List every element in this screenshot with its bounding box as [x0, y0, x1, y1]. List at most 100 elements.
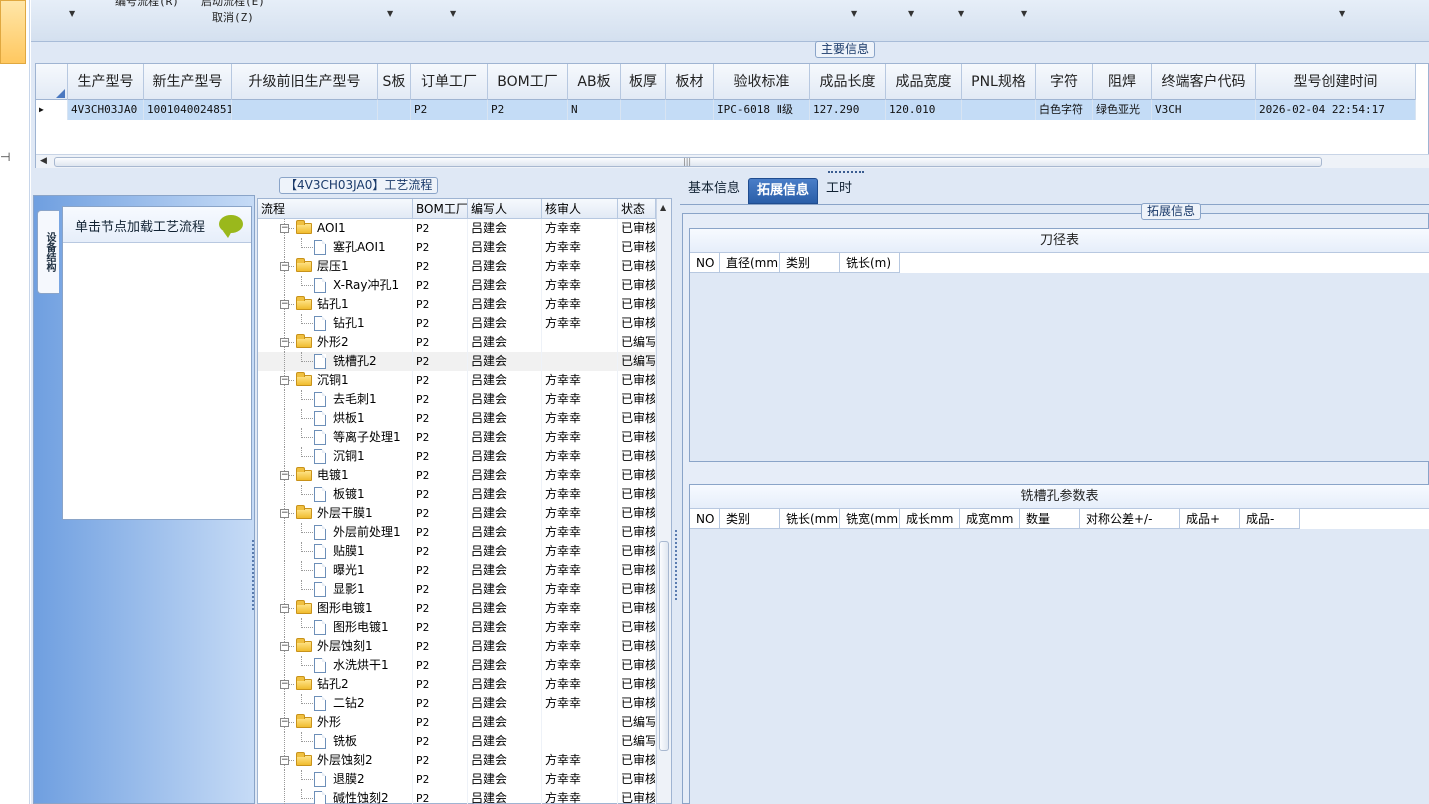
knife-column-header[interactable]: 直径(mm) — [720, 253, 780, 273]
horizontal-scrollbar[interactable]: ◀ ||| — [36, 154, 1429, 168]
tree-node[interactable]: − 外层蚀刻1 — [258, 637, 413, 656]
slot-column-header[interactable]: 铣长(mm) — [780, 509, 840, 529]
tree-node[interactable]: − 电镀1 — [258, 466, 413, 485]
tree-row[interactable]: 曝光1 P2 吕建会 方幸幸 已审核 — [258, 561, 656, 580]
tree-row[interactable]: 板镀1 P2 吕建会 方幸幸 已审核 — [258, 485, 656, 504]
slot-column-header[interactable]: 成品+ — [1180, 509, 1240, 529]
grid-cell[interactable]: 120.010 — [886, 100, 962, 120]
scroll-left-icon[interactable]: ◀ — [40, 156, 47, 166]
column-header[interactable]: BOM工厂 — [488, 64, 568, 100]
grid-cell[interactable]: V3CH — [1152, 100, 1256, 120]
tree-node[interactable]: − 外形 — [258, 713, 413, 732]
collapse-icon[interactable]: − — [280, 680, 289, 689]
tab-work-hours[interactable]: 工时 — [818, 176, 860, 202]
tree-node[interactable]: 退膜2 — [258, 770, 413, 789]
grid-cell[interactable]: 127.290 — [810, 100, 886, 120]
tree-node[interactable]: 碱性蚀刻2 — [258, 789, 413, 804]
tree-row[interactable]: 二钻2 P2 吕建会 方幸幸 已审核 — [258, 694, 656, 713]
tree-row[interactable]: 钻孔1 P2 吕建会 方幸幸 已审核 — [258, 314, 656, 333]
tree-row[interactable]: − 外形2 P2 吕建会 已编写 — [258, 333, 656, 352]
tree-column-header[interactable]: 流程 — [258, 199, 413, 219]
collapse-icon[interactable]: − — [280, 300, 289, 309]
column-header[interactable]: S板 — [378, 64, 411, 100]
table-row[interactable]: ▶ 4V3CH03JA0 10010400248519 P2 P2 N IPC-6018 Ⅱ… — [36, 100, 1416, 120]
row-indicator-icon[interactable]: ▶ — [36, 100, 68, 120]
dropdown-arrow-icon[interactable]: ▼ — [908, 9, 914, 18]
tree-node[interactable]: − 图形电镀1 — [258, 599, 413, 618]
tree-column-header[interactable]: 状态 — [618, 199, 656, 219]
slot-column-header[interactable]: 数量 — [1020, 509, 1080, 529]
tree-node[interactable]: 钻孔1 — [258, 314, 413, 333]
tree-row[interactable]: − 外形 P2 吕建会 已编写 — [258, 713, 656, 732]
collapse-icon[interactable]: − — [280, 376, 289, 385]
toolbar-text-cut-1[interactable]: 编号流程(R) — [115, 0, 179, 9]
tree-row[interactable]: − 图形电镀1 P2 吕建会 方幸幸 已审核 — [258, 599, 656, 618]
collapse-icon[interactable]: − — [280, 471, 289, 480]
tree-node[interactable]: X-Ray冲孔1 — [258, 276, 413, 295]
tab-extended-info[interactable]: 拓展信息 — [748, 178, 819, 204]
grid-cell[interactable] — [621, 100, 666, 120]
column-header[interactable]: 验收标准 — [714, 64, 810, 100]
column-header[interactable]: 成品宽度 — [886, 64, 962, 100]
tree-row[interactable]: 图形电镀1 P2 吕建会 方幸幸 已审核 — [258, 618, 656, 637]
tree-row[interactable]: 退膜2 P2 吕建会 方幸幸 已审核 — [258, 770, 656, 789]
tree-row[interactable]: − 外层蚀刻1 P2 吕建会 方幸幸 已审核 — [258, 637, 656, 656]
tree-row[interactable]: − 沉铜1 P2 吕建会 方幸幸 已审核 — [258, 371, 656, 390]
column-header[interactable]: 板厚 — [621, 64, 666, 100]
tree-row[interactable]: 碱性蚀刻2 P2 吕建会 方幸幸 已审核 — [258, 789, 656, 804]
collapse-icon[interactable]: − — [280, 224, 289, 233]
collapse-icon[interactable]: − — [280, 642, 289, 651]
knife-column-header[interactable]: NO — [690, 253, 720, 273]
grid-cell[interactable] — [232, 100, 378, 120]
slot-column-header[interactable]: 对称公差+/- — [1080, 509, 1180, 529]
tree-node[interactable]: 铣板 — [258, 732, 413, 751]
dropdown-arrow-icon[interactable]: ▼ — [958, 9, 964, 18]
ribbon-app-button[interactable] — [0, 0, 26, 64]
dropdown-arrow-icon[interactable]: ▼ — [387, 9, 393, 18]
collapse-icon[interactable]: − — [280, 509, 289, 518]
tree-node[interactable]: 显影1 — [258, 580, 413, 599]
tree-row[interactable]: 铣板 P2 吕建会 已编写 — [258, 732, 656, 751]
scroll-up-icon[interactable]: ▲ — [660, 203, 666, 212]
tree-row[interactable]: 烘板1 P2 吕建会 方幸幸 已审核 — [258, 409, 656, 428]
tree-row[interactable]: − 层压1 P2 吕建会 方幸幸 已审核 — [258, 257, 656, 276]
dropdown-arrow-icon[interactable]: ▼ — [851, 9, 857, 18]
collapse-icon[interactable]: − — [280, 262, 289, 271]
slot-column-header[interactable]: 成品- — [1240, 509, 1300, 529]
tree-row[interactable]: 水洗烘干1 P2 吕建会 方幸幸 已审核 — [258, 656, 656, 675]
knife-column-header[interactable]: 铣长(m) — [840, 253, 900, 273]
scrollbar-thumb[interactable]: ||| — [54, 157, 1322, 167]
tab-device-structure[interactable]: 设备结构 — [37, 210, 59, 294]
tree-node[interactable]: − 层压1 — [258, 257, 413, 276]
tree-node[interactable]: 曝光1 — [258, 561, 413, 580]
tree-row[interactable]: 显影1 P2 吕建会 方幸幸 已审核 — [258, 580, 656, 599]
grid-cell[interactable]: 10010400248519 — [144, 100, 232, 120]
tree-node[interactable]: − 钻孔1 — [258, 295, 413, 314]
column-header[interactable]: 板材 — [666, 64, 714, 100]
cancel-button[interactable]: 取消(Z) — [212, 9, 254, 25]
column-header[interactable]: 型号创建时间 — [1256, 64, 1416, 100]
tree-node[interactable]: 烘板1 — [258, 409, 413, 428]
tree-node[interactable]: − 沉铜1 — [258, 371, 413, 390]
tree-row[interactable]: − 外层蚀刻2 P2 吕建会 方幸幸 已审核 — [258, 751, 656, 770]
slot-column-header[interactable]: 成长mm — [900, 509, 960, 529]
column-header[interactable]: PNL规格 — [962, 64, 1036, 100]
tree-node[interactable]: 二钻2 — [258, 694, 413, 713]
tree-row[interactable]: 外层前处理1 P2 吕建会 方幸幸 已审核 — [258, 523, 656, 542]
grid-cell[interactable] — [962, 100, 1036, 120]
dropdown-arrow-icon[interactable]: ▼ — [1021, 9, 1027, 18]
grid-cell[interactable]: IPC-6018 Ⅱ级 — [714, 100, 810, 120]
grid-cell[interactable]: 绿色亚光 — [1093, 100, 1152, 120]
tree-row[interactable]: 贴膜1 P2 吕建会 方幸幸 已审核 — [258, 542, 656, 561]
grid-cell[interactable]: 2026-02-04 22:54:17 — [1256, 100, 1416, 120]
scrollbar-thumb[interactable] — [659, 541, 669, 751]
tab-basic-info[interactable]: 基本信息 — [680, 176, 748, 202]
vertical-scrollbar[interactable]: ▲ — [656, 199, 671, 803]
column-header[interactable]: 订单工厂 — [411, 64, 488, 100]
tree-node[interactable]: 去毛刺1 — [258, 390, 413, 409]
collapse-icon[interactable]: − — [280, 338, 289, 347]
tree-node[interactable]: 贴膜1 — [258, 542, 413, 561]
collapse-icon[interactable]: − — [280, 756, 289, 765]
tree-node[interactable]: 外层前处理1 — [258, 523, 413, 542]
tree-node[interactable]: 水洗烘干1 — [258, 656, 413, 675]
